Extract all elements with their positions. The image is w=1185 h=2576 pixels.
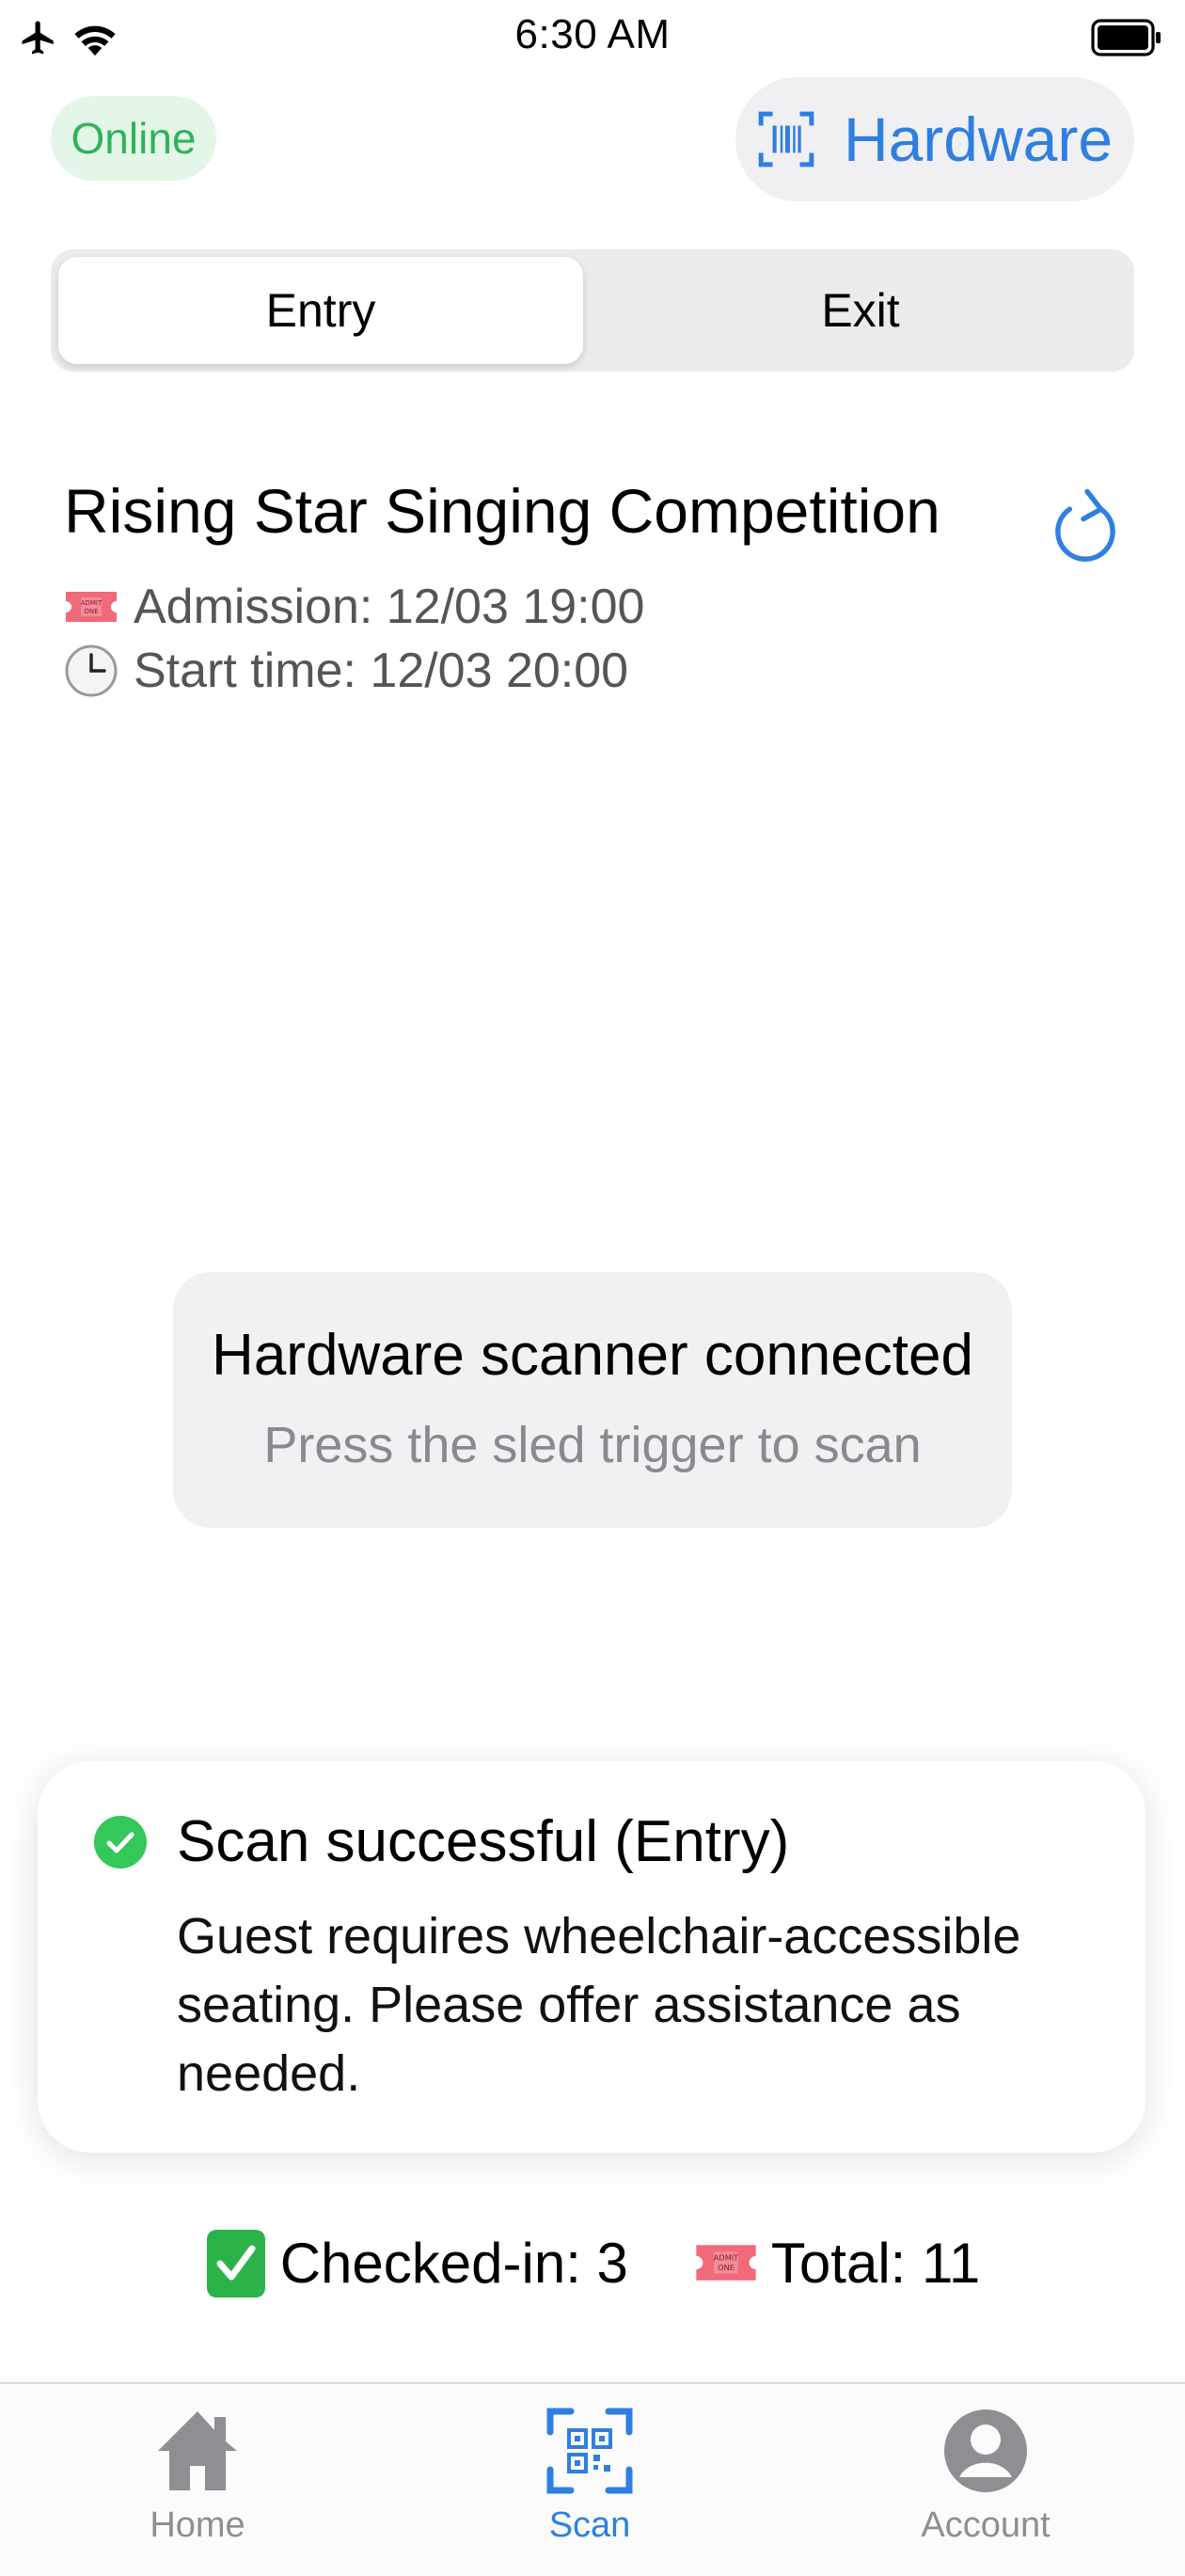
checked-in-stat: Checked-in: 3 <box>205 2226 628 2299</box>
hardware-button[interactable]: Hardware <box>735 77 1134 201</box>
svg-text:ONE: ONE <box>718 2263 735 2272</box>
check-box-icon <box>206 2230 265 2298</box>
ticket-icon: ADMIT ONE <box>696 2245 756 2281</box>
svg-text:ADMIT: ADMIT <box>714 2253 739 2263</box>
scanner-status-title: Hardware scanner connected <box>212 1323 973 1388</box>
checkin-stats: Checked-in: 3 ADMIT ONE Total: 11 <box>0 2226 1185 2299</box>
toast-message: Guest requires wheelchair-accessible sea… <box>177 1908 1021 2102</box>
total-count: Total: 11 <box>770 2231 981 2295</box>
account-icon <box>944 2409 1027 2492</box>
ticket-icon: ADMIT ONE <box>66 592 117 622</box>
start-time-row: Start time: 12/03 20:00 <box>64 643 628 699</box>
battery-icon <box>1091 19 1161 56</box>
event-title: Rising Star Singing Competition <box>64 476 940 546</box>
barcode-scanner-icon <box>758 111 814 167</box>
admission-time: Admission: 12/03 19:00 <box>134 580 645 634</box>
check-circle-icon <box>94 1816 147 1868</box>
tab-scan-label: Scan <box>548 2505 631 2545</box>
checked-in-count: Checked-in: 3 <box>279 2231 628 2295</box>
tab-home-label: Home <box>150 2505 245 2545</box>
hardware-label: Hardware <box>843 104 1114 174</box>
segment-entry[interactable]: Entry <box>58 257 583 364</box>
home-icon <box>158 2411 237 2490</box>
status-right <box>1091 15 1162 60</box>
toast-title: Scan successful (Entry) <box>177 1809 790 1874</box>
clock-icon <box>65 644 118 697</box>
online-status-badge: Online <box>51 96 216 181</box>
refresh-icon[interactable] <box>1046 482 1125 576</box>
start-time: Start time: 12/03 20:00 <box>134 644 629 698</box>
tab-account-label: Account <box>921 2505 1051 2545</box>
tab-account[interactable]: Account <box>845 2404 1127 2546</box>
qr-scan-icon <box>546 2408 633 2494</box>
segment-exit[interactable]: Exit <box>592 257 1129 364</box>
scanner-status-card <box>173 1272 1012 1528</box>
total-stat: ADMIT ONE Total: 11 <box>694 2231 980 2296</box>
tab-home[interactable]: Home <box>56 2404 339 2546</box>
svg-text:ONE: ONE <box>84 608 98 615</box>
admission-row: ADMIT ONE Admission: 12/03 19:00 <box>64 579 644 635</box>
status-time: 6:30 AM <box>514 11 671 57</box>
scanner-status-subtitle: Press the sled trigger to scan <box>263 1417 922 1473</box>
tab-scan[interactable]: Scan <box>449 2404 731 2546</box>
svg-text:ADMIT: ADMIT <box>81 599 103 607</box>
